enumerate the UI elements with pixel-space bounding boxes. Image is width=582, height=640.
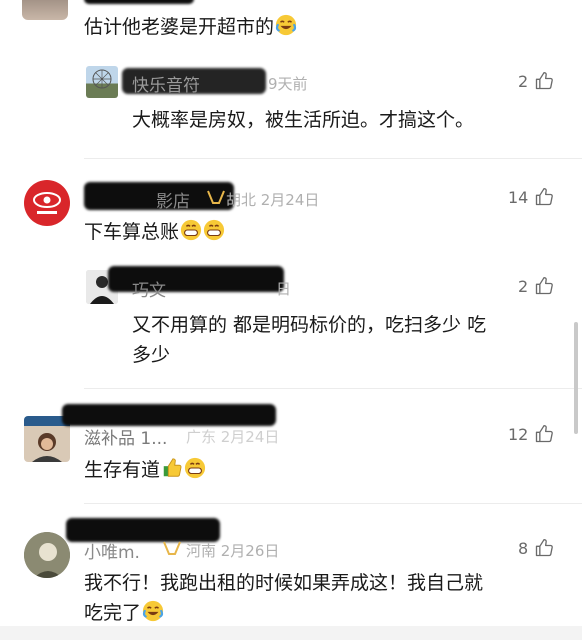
comment-meta: 胡北 2月24日 — [226, 191, 320, 209]
laughing-tears-emoji-icon — [275, 14, 297, 36]
avatar[interactable] — [24, 532, 70, 578]
comment-text: 又不用算的 都是明码标价的，吃扫多少 吃 多少 — [132, 310, 572, 370]
eye-logo-icon — [33, 192, 61, 214]
grinning-emoji-icon — [180, 219, 202, 241]
comment-line: 我不行！我跑出租的时候如果弄成这！我自己就 — [84, 572, 484, 594]
commenter-name[interactable]: 快乐音符 — [132, 71, 200, 96]
comment-line: 又不用算的 都是明码标价的，吃扫多少 吃 — [132, 314, 487, 336]
person-photo-icon — [24, 532, 70, 578]
comment-meta: 9天前 — [268, 75, 308, 93]
avatar[interactable] — [24, 180, 70, 226]
commenter-name[interactable]: 影店 — [156, 187, 190, 212]
thumbs-up-icon — [536, 539, 554, 557]
comment-text: 估计他老婆是开超市的 — [84, 12, 297, 42]
vip-badge-icon — [163, 541, 181, 555]
divider — [84, 503, 582, 504]
avatar[interactable] — [86, 66, 118, 98]
avatar[interactable] — [22, 0, 68, 20]
vip-badge-icon — [207, 190, 225, 204]
divider — [84, 388, 582, 389]
thumbs-up-icon — [536, 188, 554, 206]
comment-meta: 广东 2月24日 — [186, 428, 280, 446]
like-button[interactable]: 2 — [518, 71, 554, 91]
thumbs-up-icon — [536, 277, 554, 295]
commenter-name[interactable]: 巧文 — [132, 276, 166, 301]
laughing-tears-emoji-icon — [142, 600, 164, 622]
thumbs-up-emoji-icon — [163, 458, 182, 477]
like-count: 14 — [508, 187, 529, 207]
redaction-bar — [84, 0, 194, 4]
grinning-emoji-icon — [203, 219, 225, 241]
like-count: 2 — [518, 71, 529, 91]
comment-meta: 河南 2月26日 — [186, 542, 280, 560]
like-count: 2 — [518, 276, 529, 296]
commenter-name[interactable]: 滋补品 1... — [84, 424, 167, 449]
comment-text: 我不行！我跑出租的时候如果弄成这！我自己就 吃完了 — [84, 568, 574, 628]
grinning-emoji-icon — [184, 457, 206, 479]
comment-text: 下车算总账 — [84, 217, 225, 247]
like-button[interactable]: 14 — [508, 187, 554, 207]
like-button[interactable]: 2 — [518, 276, 554, 296]
scrollbar[interactable] — [574, 322, 578, 434]
comment-meta: 日 — [276, 280, 292, 298]
ferris-wheel-icon — [92, 69, 112, 89]
thumbs-up-icon — [536, 72, 554, 90]
comment-text: 生存有道 — [84, 455, 206, 485]
commenter-name[interactable]: 小唯m. — [84, 538, 140, 563]
bottom-edge — [0, 626, 582, 640]
comment-line: 多少 — [132, 344, 171, 366]
comment-line: 吃完了 — [84, 598, 574, 628]
like-count: 12 — [508, 424, 529, 444]
redaction-bar — [62, 404, 276, 426]
like-button[interactable]: 12 — [508, 424, 554, 444]
comment-text: 大概率是房奴，被生活所迫。才搞这个。 — [132, 109, 475, 131]
like-count: 8 — [518, 538, 529, 558]
thumbs-up-icon — [536, 425, 554, 443]
divider — [84, 158, 582, 159]
like-button[interactable]: 8 — [518, 538, 554, 558]
